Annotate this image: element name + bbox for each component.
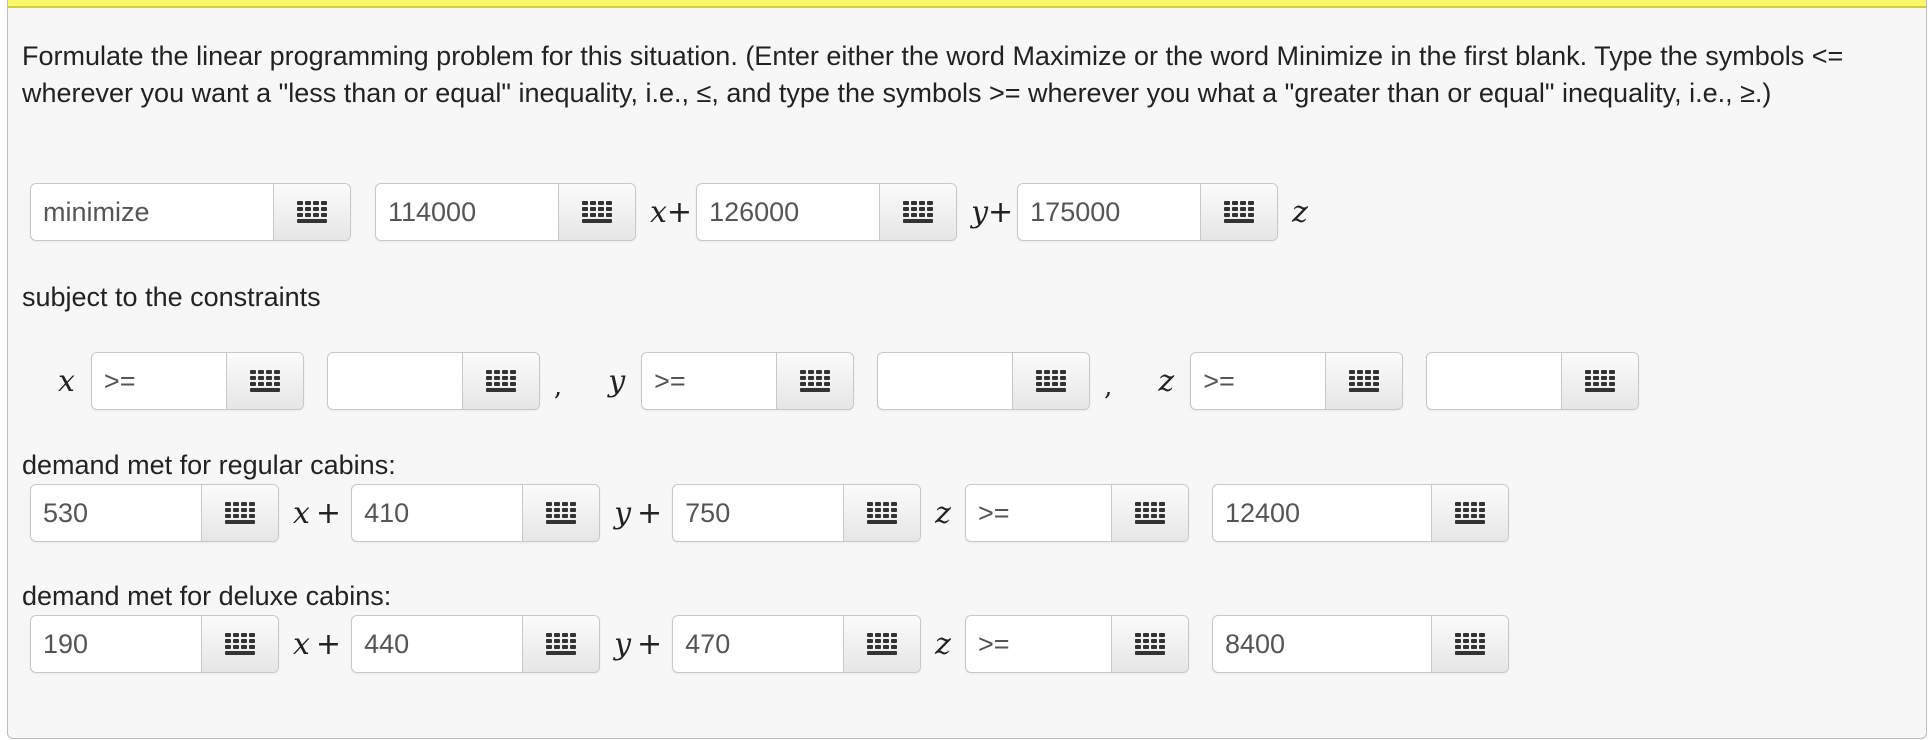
keypad-grid-icon[interactable] (225, 353, 303, 409)
x-bound-field (326, 352, 540, 410)
keypad-grid-icon[interactable] (1430, 485, 1508, 541)
z-operator-input[interactable] (1191, 353, 1326, 409)
deluxe-rhs-field (1211, 615, 1509, 673)
deluxe-operator-field (964, 615, 1189, 673)
regular-cabins-label: demand met for regular cabins: (22, 450, 396, 480)
plus-sign: + (637, 626, 663, 662)
regular-coef-z-field (672, 484, 922, 542)
y-bound-input[interactable] (878, 353, 1013, 409)
regular-rhs-field (1211, 484, 1509, 542)
z-operator-field (1190, 352, 1404, 410)
objective-coef-z-input[interactable] (1018, 184, 1201, 240)
z-bound-field (1426, 352, 1640, 410)
objective-sense-input[interactable] (31, 184, 273, 240)
comma: , (553, 372, 563, 402)
keypad-grid-icon[interactable] (776, 353, 854, 409)
regular-coef-z-input[interactable] (673, 485, 844, 541)
keypad-grid-icon[interactable] (843, 616, 921, 672)
var-z: z (1158, 363, 1175, 399)
objective-coef-x-field (375, 183, 636, 241)
var-x: x (293, 495, 310, 531)
subject-to-label: subject to the constraints (22, 282, 321, 312)
deluxe-coef-y-field (351, 615, 601, 673)
plus-sign: + (988, 194, 1014, 230)
deluxe-coef-y-input[interactable] (352, 616, 523, 672)
var-x: x (650, 194, 667, 230)
deluxe-rhs-input[interactable] (1212, 616, 1431, 672)
var-z: z (935, 626, 951, 662)
regular-coef-x-input[interactable] (31, 485, 201, 541)
highlight-bar (8, 0, 1926, 8)
var-x: x (58, 363, 75, 399)
keypad-grid-icon[interactable] (1110, 485, 1188, 541)
regular-constraint-row: x + y + z (30, 484, 1509, 542)
x-operator-input[interactable] (91, 353, 226, 409)
keypad-grid-icon[interactable] (1430, 616, 1508, 672)
x-operator-field (90, 352, 304, 410)
keypad-grid-icon[interactable] (843, 485, 921, 541)
keypad-grid-icon[interactable] (1200, 184, 1278, 240)
regular-rhs-input[interactable] (1212, 485, 1431, 541)
plus-sign: + (315, 626, 342, 662)
objective-coef-y-input[interactable] (697, 184, 880, 240)
objective-coef-z-field (1017, 183, 1279, 241)
comma: , (1104, 372, 1113, 402)
keypad-grid-icon[interactable] (1561, 353, 1639, 409)
var-y: y (971, 194, 989, 230)
var-z: z (1292, 194, 1308, 230)
keypad-grid-icon[interactable] (461, 353, 539, 409)
y-operator-input[interactable] (642, 353, 777, 409)
plus-sign: + (666, 194, 693, 230)
question-panel: Formulate the linear programming problem… (7, 0, 1927, 739)
deluxe-cabins-label: demand met for deluxe cabins: (22, 581, 392, 611)
var-y: y (608, 363, 626, 399)
deluxe-coef-x-field (30, 615, 279, 673)
regular-coef-y-field (351, 484, 601, 542)
objective-sense-field (30, 183, 351, 241)
y-operator-field (641, 352, 855, 410)
deluxe-coef-z-field (672, 615, 922, 673)
z-bound-input[interactable] (1427, 353, 1562, 409)
keypad-grid-icon[interactable] (879, 184, 957, 240)
deluxe-coef-x-input[interactable] (31, 616, 201, 672)
objective-coef-x-input[interactable] (376, 184, 558, 240)
keypad-grid-icon[interactable] (201, 485, 278, 541)
regular-coef-x-field (30, 484, 279, 542)
keypad-grid-icon[interactable] (273, 184, 350, 240)
y-bound-field (877, 352, 1091, 410)
regular-operator-field (964, 484, 1189, 542)
deluxe-operator-input[interactable] (965, 616, 1111, 672)
keypad-grid-icon[interactable] (522, 485, 600, 541)
keypad-grid-icon[interactable] (1012, 353, 1090, 409)
regular-operator-input[interactable] (965, 485, 1111, 541)
question-prompt: Formulate the linear programming problem… (22, 41, 1844, 108)
plus-sign: + (315, 495, 342, 531)
deluxe-constraint-row: x + y + z (30, 615, 1509, 673)
nonnegativity-row: x , y , z (58, 352, 1640, 410)
plus-sign: + (637, 495, 663, 531)
keypad-grid-icon[interactable] (558, 184, 635, 240)
keypad-grid-icon[interactable] (522, 616, 600, 672)
var-x: x (293, 626, 310, 662)
objective-row: x+ y+ z (30, 183, 1308, 241)
objective-coef-y-field (696, 183, 958, 241)
keypad-grid-icon[interactable] (1325, 353, 1403, 409)
x-bound-input[interactable] (327, 353, 462, 409)
var-z: z (935, 495, 951, 531)
var-y: y (614, 626, 632, 662)
regular-coef-y-input[interactable] (352, 485, 523, 541)
keypad-grid-icon[interactable] (201, 616, 278, 672)
deluxe-coef-z-input[interactable] (673, 616, 844, 672)
var-y: y (614, 495, 632, 531)
keypad-grid-icon[interactable] (1110, 616, 1188, 672)
